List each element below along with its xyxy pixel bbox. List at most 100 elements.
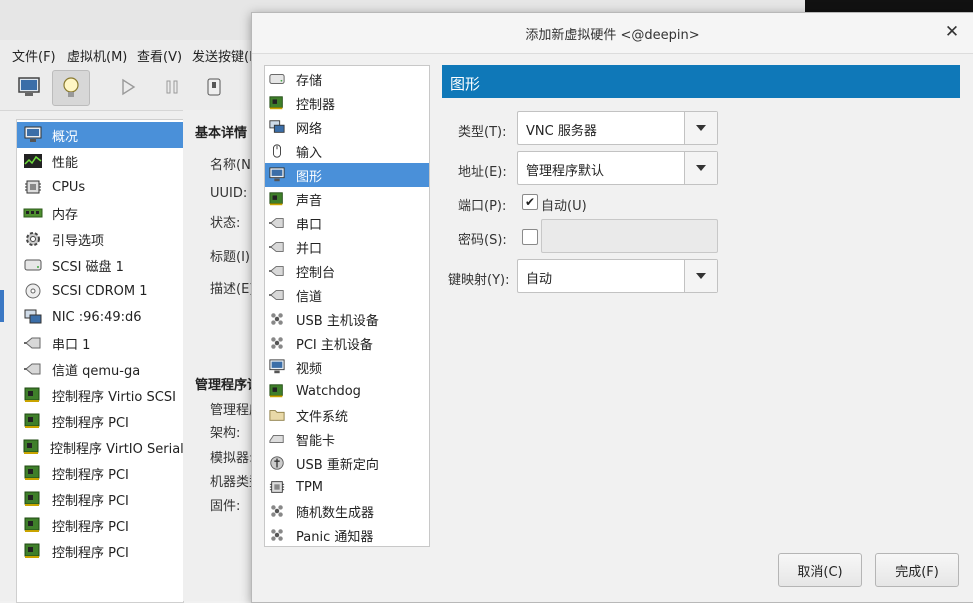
hardware-item[interactable]: CPUs	[17, 174, 183, 200]
network-icon	[24, 309, 42, 324]
device-type-item[interactable]: 存储	[265, 67, 429, 91]
hardware-item[interactable]: 引导选项	[17, 226, 183, 252]
device-type-item[interactable]: 声音	[265, 187, 429, 211]
device-type-item[interactable]: 输入	[265, 139, 429, 163]
smartcard-icon	[269, 435, 284, 443]
keymap-combobox[interactable]: 自动	[517, 259, 718, 293]
device-type-item[interactable]: USB 主机设备	[265, 307, 429, 331]
hardware-item-label: 引导选项	[52, 233, 105, 249]
menu-file[interactable]: 文件(F)	[12, 46, 56, 65]
hardware-item[interactable]: 概况	[17, 122, 183, 148]
device-type-item[interactable]: 文件系统	[265, 403, 429, 427]
device-type-item[interactable]: 控制器	[265, 91, 429, 115]
menu-view[interactable]: 查看(V)	[137, 46, 182, 65]
console-view-button[interactable]	[11, 70, 47, 104]
hardware-item-label: CPUs	[52, 179, 86, 195]
chevron-down-icon	[696, 125, 706, 131]
close-icon: ✕	[944, 22, 960, 42]
port-label: 端口(P):	[458, 199, 507, 214]
type-dropdown-button[interactable]	[684, 112, 717, 144]
disk-icon	[24, 259, 42, 271]
pause-button[interactable]	[154, 70, 190, 104]
hardware-item[interactable]: 控制程序 Virtio SCSI	[17, 382, 183, 408]
hardware-item[interactable]: 性能	[17, 148, 183, 174]
hardware-item[interactable]: 控制程序 VirtIO Serial	[17, 434, 184, 460]
run-button[interactable]	[110, 70, 146, 104]
device-type-item[interactable]: 信道	[265, 283, 429, 307]
memory-icon	[23, 208, 43, 218]
hardware-list: 概况 性能 CPUs 内存引导选项 SCSI 磁盘 1 SCSI CDROM 1 NIC :…	[16, 119, 184, 603]
play-icon	[122, 78, 136, 96]
usb-redirect-icon	[270, 456, 284, 470]
device-type-label: 并口	[296, 241, 323, 257]
device-type-item[interactable]: 视频	[265, 355, 429, 379]
channel-icon	[24, 363, 41, 375]
hardware-item-label: 控制程序 VirtIO Serial	[50, 441, 184, 457]
device-type-item[interactable]: 随机数生成器	[265, 499, 429, 523]
dialog-title: 添加新虚拟硬件 <@deepin>	[525, 28, 700, 43]
finish-button[interactable]: 完成(F)	[875, 553, 959, 587]
pause-icon	[166, 80, 178, 94]
chip-icon	[269, 481, 285, 493]
cancel-button[interactable]: 取消(C)	[778, 553, 862, 587]
menu-send-key[interactable]: 发送按键(K	[192, 46, 258, 65]
device-type-item[interactable]: 图形	[265, 163, 429, 187]
type-combobox[interactable]: VNC 服务器	[517, 111, 718, 145]
hardware-item[interactable]: 控制程序 PCI	[17, 486, 183, 512]
controller-icon	[24, 517, 40, 532]
detail-label-uuid: UUID:	[210, 186, 248, 201]
device-type-item[interactable]: PCI 主机设备	[265, 331, 429, 355]
controller-icon	[24, 465, 40, 480]
password-checkbox[interactable]	[522, 229, 538, 245]
close-button[interactable]: ✕	[941, 21, 963, 43]
port-auto-checkbox[interactable]: ✔	[522, 194, 538, 210]
password-field[interactable]	[541, 219, 718, 253]
hardware-item[interactable]: 控制程序 PCI	[17, 408, 183, 434]
address-value: 管理程序默认	[526, 164, 605, 179]
hardware-item[interactable]: 控制程序 PCI	[17, 512, 183, 538]
details-view-button[interactable]	[52, 70, 90, 106]
channel-icon	[269, 290, 284, 300]
shutdown-button[interactable]	[196, 70, 232, 104]
device-type-item[interactable]: 控制台	[265, 259, 429, 283]
hardware-item[interactable]: 串口 1	[17, 330, 183, 356]
hardware-item[interactable]: NIC :96:49:d6	[17, 304, 183, 330]
pci-icon	[271, 337, 283, 349]
hardware-item[interactable]: 内存	[17, 200, 183, 226]
device-type-item[interactable]: 网络	[265, 115, 429, 139]
device-type-label: 图形	[296, 169, 323, 185]
detail-label-status: 状态:	[210, 216, 241, 231]
hardware-item[interactable]: SCSI 磁盘 1	[17, 252, 183, 278]
port-auto-label[interactable]: 自动(U)	[541, 195, 587, 214]
panic-icon	[271, 529, 283, 541]
device-type-item[interactable]: TPM	[265, 475, 429, 499]
device-type-label: 随机数生成器	[296, 505, 375, 521]
device-type-label: 输入	[296, 145, 323, 161]
hardware-item[interactable]: 信道 qemu-ga	[17, 356, 183, 382]
device-type-label: 控制器	[296, 97, 336, 113]
device-type-item[interactable]: Watchdog	[265, 379, 429, 403]
hardware-item[interactable]: 控制程序 PCI	[17, 460, 183, 486]
device-type-item[interactable]: Panic 通知器	[265, 523, 429, 547]
controller-icon	[24, 387, 40, 402]
menu-vm[interactable]: 虚拟机(M)	[67, 46, 127, 65]
chevron-down-icon	[696, 273, 706, 279]
device-type-item[interactable]: 串口	[265, 211, 429, 235]
hardware-item-label: 串口 1	[52, 337, 91, 353]
device-type-item[interactable]: 并口	[265, 235, 429, 259]
edge-indicator	[0, 290, 4, 322]
rng-icon	[271, 505, 283, 517]
address-label: 地址(E):	[458, 165, 507, 180]
hardware-item[interactable]: 控制程序 PCI	[17, 538, 183, 564]
hardware-item[interactable]: SCSI CDROM 1	[17, 278, 183, 304]
address-dropdown-button[interactable]	[684, 152, 717, 184]
address-combobox[interactable]: 管理程序默认	[517, 151, 718, 185]
video-icon	[269, 359, 285, 374]
device-type-item[interactable]: USB 重新定向	[265, 451, 429, 475]
keymap-dropdown-button[interactable]	[684, 260, 717, 292]
dialog-titlebar: 添加新虚拟硬件 <@deepin> ✕	[252, 13, 973, 54]
monitor-icon	[18, 77, 40, 96]
detail-label-name: 名称(N)	[210, 158, 256, 173]
device-type-item[interactable]: 智能卡	[265, 427, 429, 451]
controller-icon	[24, 543, 40, 558]
